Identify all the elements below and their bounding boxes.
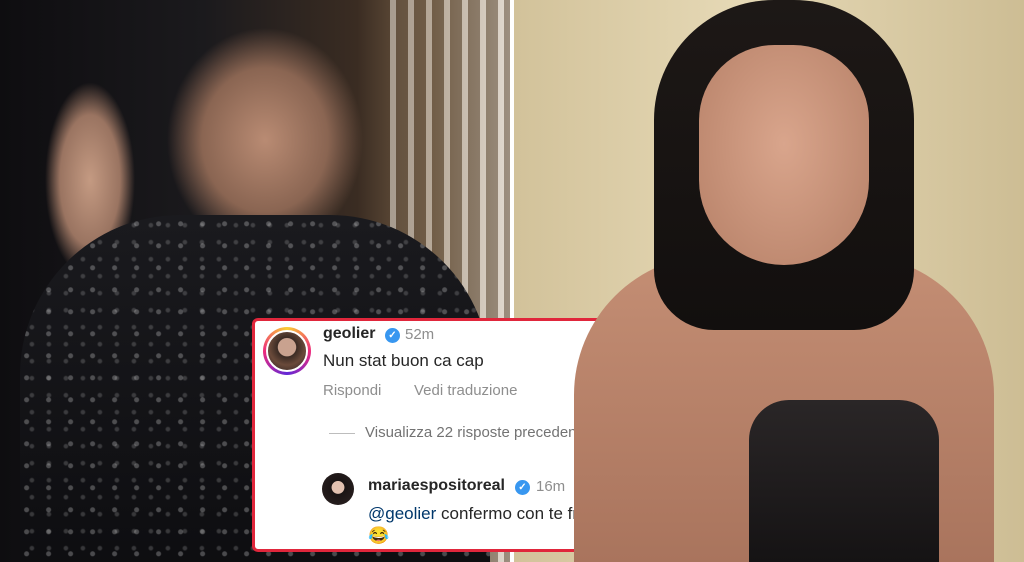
- view-previous-replies[interactable]: Visualizza 22 risposte precedenti: [365, 424, 584, 441]
- mention-link[interactable]: @geolier: [368, 504, 436, 523]
- comment-username[interactable]: geolier: [323, 325, 375, 343]
- photo-maria-esposito: [514, 0, 1024, 562]
- verified-badge-icon: ✓: [385, 328, 400, 343]
- comment-time: 52m: [405, 326, 435, 343]
- reply-body: confermo con te fra: [441, 504, 588, 523]
- laughing-emoji-icon: 😂: [368, 526, 390, 545]
- verified-badge-icon: ✓: [515, 480, 530, 495]
- translate-button[interactable]: Vedi traduzione: [414, 382, 517, 399]
- person-face: [699, 45, 869, 265]
- reply-time: 16m: [536, 478, 566, 495]
- replies-divider-line: [329, 433, 355, 434]
- reply-username[interactable]: mariaespositoreal: [368, 477, 505, 495]
- avatar-mariaespositoreal[interactable]: [322, 473, 354, 505]
- black-top: [749, 400, 939, 562]
- reply-button[interactable]: Rispondi: [323, 382, 381, 399]
- avatar-geolier[interactable]: [263, 327, 311, 375]
- avatar-image: [266, 330, 308, 372]
- comment-text: Nun stat buon ca cap: [323, 351, 484, 370]
